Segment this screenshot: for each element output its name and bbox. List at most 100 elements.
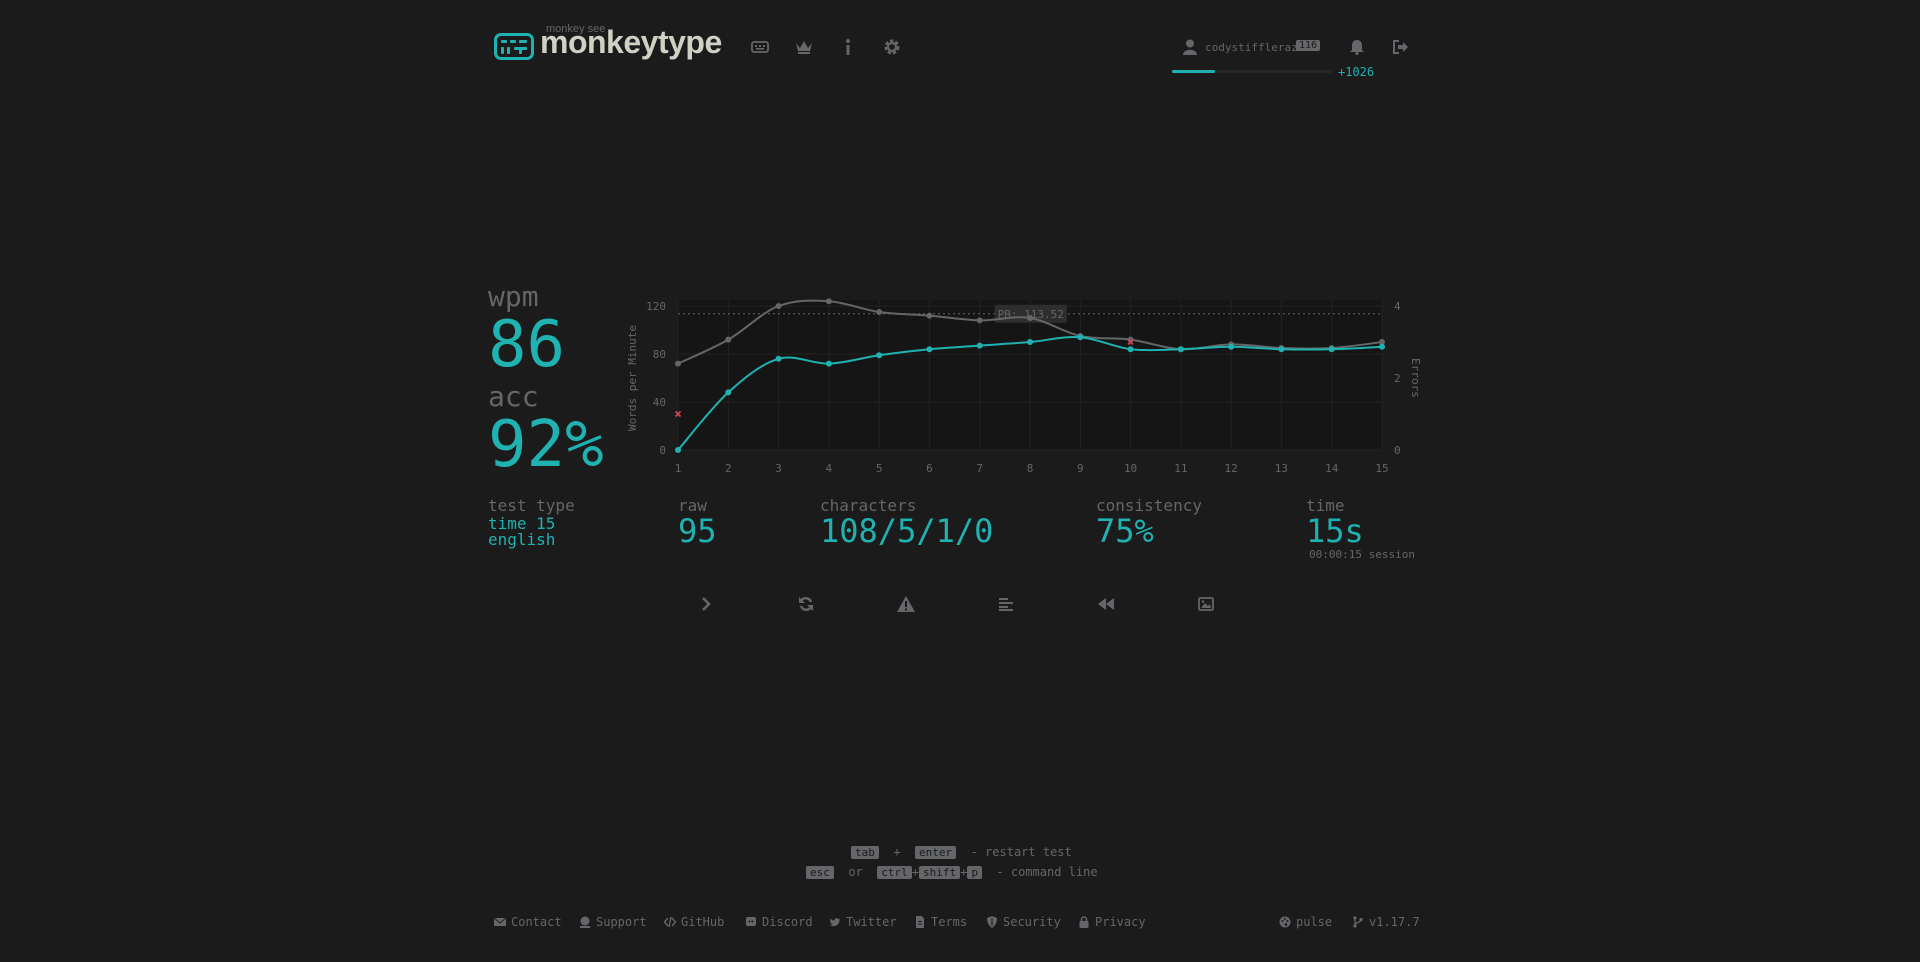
discord-icon bbox=[746, 917, 756, 926]
twitter-icon bbox=[829, 918, 840, 927]
footer-link-support[interactable]: Support bbox=[579, 915, 647, 929]
keyboard-icon[interactable] bbox=[750, 37, 770, 57]
x-tick-label: 4 bbox=[826, 462, 833, 475]
x-tick-label: 10 bbox=[1124, 462, 1137, 475]
donate-icon bbox=[580, 916, 590, 928]
code-icon bbox=[664, 916, 676, 928]
restart-hint-text: - restart test bbox=[970, 845, 1072, 859]
warning-icon bbox=[897, 596, 915, 612]
raw-data-point bbox=[876, 309, 883, 315]
footer-link-label: Terms bbox=[931, 915, 968, 929]
y-tick-label: 120 bbox=[646, 300, 666, 313]
wpm-data-point bbox=[1278, 346, 1285, 353]
file-icon bbox=[916, 916, 924, 928]
y2-axis-title: Errors bbox=[1409, 358, 1422, 398]
practice-words-button[interactable] bbox=[894, 592, 918, 616]
x-tick-label: 5 bbox=[876, 462, 883, 475]
xp-gain: +1026 bbox=[1338, 65, 1375, 79]
footer-link-label: GitHub bbox=[681, 915, 725, 929]
results-chart[interactable]: 040801200241 2 3 4 5 6 7 8 9 10 11 12 13 14 15Words pe… bbox=[620, 280, 1430, 480]
command-line-hint: esc or ctrl + shift + p - command line bbox=[806, 865, 1098, 879]
user-icon[interactable] bbox=[1180, 37, 1200, 57]
raw-data-point bbox=[775, 303, 782, 309]
wpm-data-point bbox=[876, 352, 883, 359]
acc-value[interactable]: 92% bbox=[488, 408, 604, 482]
raw-data-point bbox=[725, 336, 732, 343]
wpm-data-point bbox=[1027, 339, 1033, 345]
level-badge: 116 bbox=[1296, 40, 1321, 51]
x-tick-label: 1 bbox=[675, 462, 682, 475]
chevron-right-icon bbox=[702, 597, 711, 611]
tab-key: tab bbox=[851, 846, 879, 859]
logo-title[interactable]: monkeytype bbox=[540, 24, 722, 61]
consistency-value[interactable]: 75% bbox=[1096, 512, 1154, 550]
info-icon[interactable] bbox=[838, 37, 858, 57]
bell-icon[interactable] bbox=[1347, 37, 1367, 57]
repeat-test-button[interactable] bbox=[794, 592, 818, 616]
theme-button[interactable]: pulse bbox=[1279, 915, 1332, 929]
align-left-icon bbox=[999, 598, 1013, 611]
raw-data-point bbox=[1027, 315, 1033, 321]
footer-link-terms[interactable]: Terms bbox=[914, 915, 967, 929]
footer-link-discord[interactable]: Discord bbox=[745, 915, 813, 929]
crown-icon[interactable] bbox=[794, 37, 814, 57]
y-tick-label: 80 bbox=[653, 348, 666, 361]
lock-icon bbox=[1079, 916, 1089, 928]
words-history-button[interactable] bbox=[994, 592, 1018, 616]
wpm-data-point bbox=[1077, 334, 1084, 341]
footer-link-twitter[interactable]: Twitter bbox=[829, 915, 897, 929]
version-button[interactable]: v1.17.7 bbox=[1352, 915, 1420, 929]
sign-out-icon[interactable] bbox=[1391, 37, 1411, 57]
raw-data-point bbox=[926, 312, 933, 319]
characters-value[interactable]: 108/5/1/0 bbox=[820, 512, 993, 550]
y2-tick-label: 0 bbox=[1394, 444, 1401, 457]
footer-link-security[interactable]: Security bbox=[986, 915, 1061, 929]
test-type-label: test type bbox=[488, 496, 575, 515]
raw-data-point bbox=[825, 298, 832, 305]
or-text: or bbox=[848, 865, 863, 879]
plus-sign: + bbox=[893, 845, 901, 859]
x-tick-label: 8 bbox=[1027, 462, 1034, 475]
shield-icon bbox=[987, 916, 997, 928]
x-tick-label: 6 bbox=[926, 462, 933, 475]
username[interactable]: codystiffleraz bbox=[1205, 41, 1298, 54]
footer-link-contact[interactable]: Contact bbox=[494, 915, 562, 929]
shift-key: shift bbox=[918, 866, 961, 879]
x-tick-label: 11 bbox=[1174, 462, 1187, 475]
time-value[interactable]: 15s bbox=[1306, 512, 1364, 550]
p-key: p bbox=[967, 866, 982, 879]
palette-icon bbox=[1279, 916, 1291, 928]
save-screenshot-button[interactable] bbox=[1194, 592, 1218, 616]
image-icon bbox=[1198, 597, 1214, 611]
footer-link-privacy[interactable]: Privacy bbox=[1078, 915, 1146, 929]
wpm-data-point bbox=[1127, 346, 1134, 353]
theme-name: pulse bbox=[1296, 915, 1333, 929]
wpm-data-point bbox=[976, 342, 983, 349]
gear-icon[interactable] bbox=[882, 37, 902, 57]
code-branch-icon bbox=[1353, 916, 1363, 928]
x-tick-label: 14 bbox=[1325, 462, 1339, 475]
watch-replay-button[interactable] bbox=[1094, 592, 1118, 616]
x-tick-label: 7 bbox=[976, 462, 983, 475]
refresh-icon bbox=[799, 597, 813, 611]
version-label: v1.17.7 bbox=[1369, 915, 1420, 929]
x-tick-label: 9 bbox=[1077, 462, 1084, 475]
plus-sign: + bbox=[911, 865, 919, 879]
y-axis-title: Words per Minute bbox=[626, 325, 639, 431]
footer-link-github[interactable]: GitHub bbox=[664, 915, 724, 929]
ctrl-key: ctrl bbox=[877, 866, 912, 879]
wpm-data-point bbox=[1328, 346, 1335, 353]
footer-link-label: Discord bbox=[762, 915, 813, 929]
wpm-value[interactable]: 86 bbox=[488, 308, 565, 382]
next-test-button[interactable] bbox=[694, 592, 718, 616]
y-tick-label: 0 bbox=[659, 444, 666, 457]
footer-link-label: Privacy bbox=[1095, 915, 1146, 929]
esc-key: esc bbox=[806, 866, 834, 879]
session-time: 00:00:15 session bbox=[1309, 548, 1415, 561]
wpm-data-point bbox=[775, 355, 782, 362]
logo-icon[interactable] bbox=[494, 33, 534, 60]
wpm-data-point bbox=[825, 360, 832, 367]
restart-hint: tab + enter - restart test bbox=[851, 845, 1072, 859]
test-type-language: english bbox=[488, 530, 556, 549]
raw-value[interactable]: 95 bbox=[678, 512, 717, 550]
